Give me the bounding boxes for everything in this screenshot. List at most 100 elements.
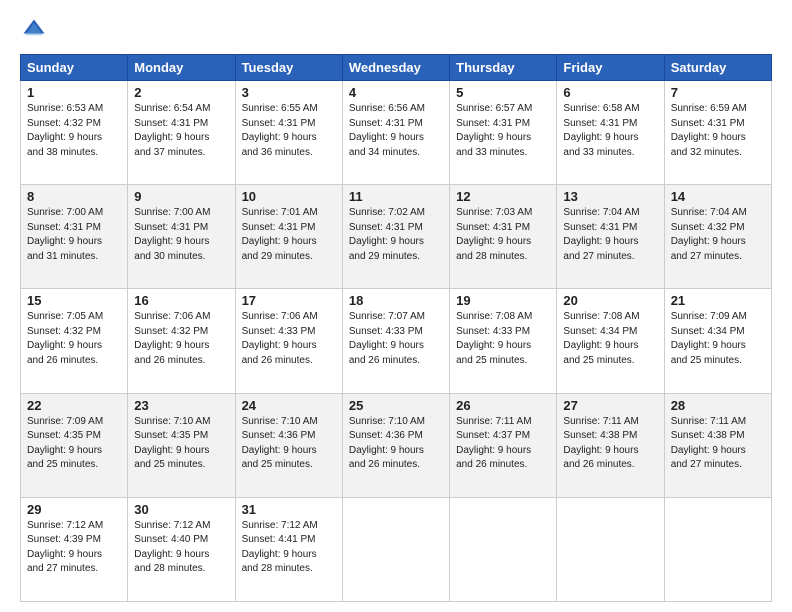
day-cell [557, 497, 664, 601]
day-info: Sunrise: 7:06 AM Sunset: 4:32 PM Dayligh… [134, 310, 228, 368]
logo [20, 16, 52, 44]
day-number: 30 [134, 502, 228, 517]
day-number: 1 [27, 85, 121, 100]
week-row-4: 22 Sunrise: 7:09 AM Sunset: 4:35 PM Dayli… [21, 393, 772, 497]
day-cell: 3 Sunrise: 6:55 AM Sunset: 4:31 PM Daylig… [235, 81, 342, 185]
day-number: 16 [134, 293, 228, 308]
day-info: Sunrise: 7:10 AM Sunset: 4:36 PM Dayligh… [349, 415, 443, 473]
day-number: 20 [563, 293, 657, 308]
page: SundayMondayTuesdayWednesdayThursdayFrid… [0, 0, 792, 612]
day-cell: 6Sunrise: 6:58 AM Sunset: 4:31 PM Daylig… [557, 81, 664, 185]
column-header-friday: Friday [557, 55, 664, 81]
day-info: Sunrise: 7:05 AM Sunset: 4:32 PM Dayligh… [27, 310, 121, 368]
column-header-monday: Monday [128, 55, 235, 81]
week-row-3: 15 Sunrise: 7:05 AM Sunset: 4:32 PM Dayli… [21, 289, 772, 393]
day-cell: 2Sunrise: 6:54 AM Sunset: 4:31 PM Daylig… [128, 81, 235, 185]
day-number: 29 [27, 502, 121, 517]
calendar-body: 1 Sunrise: 6:53 AM Sunset: 4:32 PM Daylig… [21, 81, 772, 602]
day-info: Sunrise: 7:10 AM Sunset: 4:36 PM Dayligh… [242, 415, 336, 473]
logo-icon [20, 16, 48, 44]
day-info: Sunrise: 7:01 AM Sunset: 4:31 PM Dayligh… [242, 206, 336, 264]
day-cell [450, 497, 557, 601]
day-number: 3 [242, 85, 336, 100]
day-cell: 11 Sunrise: 7:02 AM Sunset: 4:31 PM Dayli… [342, 185, 449, 289]
day-info: Sunrise: 7:07 AM Sunset: 4:33 PM Dayligh… [349, 310, 443, 368]
day-cell: 29 Sunrise: 7:12 AM Sunset: 4:39 PM Dayli… [21, 497, 128, 601]
day-cell: 23Sunrise: 7:10 AM Sunset: 4:35 PM Dayli… [128, 393, 235, 497]
day-number: 17 [242, 293, 336, 308]
day-number: 13 [563, 189, 657, 204]
day-info: Sunrise: 7:04 AM Sunset: 4:32 PM Dayligh… [671, 206, 765, 264]
day-number: 21 [671, 293, 765, 308]
day-number: 11 [349, 189, 443, 204]
week-row-1: 1 Sunrise: 6:53 AM Sunset: 4:32 PM Daylig… [21, 81, 772, 185]
day-number: 27 [563, 398, 657, 413]
day-number: 31 [242, 502, 336, 517]
day-number: 24 [242, 398, 336, 413]
day-info: Sunrise: 7:12 AM Sunset: 4:41 PM Dayligh… [242, 519, 336, 577]
day-info: Sunrise: 7:11 AM Sunset: 4:38 PM Dayligh… [563, 415, 657, 473]
day-cell: 8Sunrise: 7:00 AM Sunset: 4:31 PM Daylig… [21, 185, 128, 289]
day-number: 9 [134, 189, 228, 204]
column-header-saturday: Saturday [664, 55, 771, 81]
day-cell: 13 Sunrise: 7:04 AM Sunset: 4:31 PM Dayli… [557, 185, 664, 289]
day-info: Sunrise: 7:08 AM Sunset: 4:34 PM Dayligh… [563, 310, 657, 368]
day-number: 12 [456, 189, 550, 204]
day-cell: 5 Sunrise: 6:57 AM Sunset: 4:31 PM Daylig… [450, 81, 557, 185]
day-info: Sunrise: 6:59 AM Sunset: 4:31 PM Dayligh… [671, 102, 765, 160]
calendar-table: SundayMondayTuesdayWednesdayThursdayFrid… [20, 54, 772, 602]
calendar-header: SundayMondayTuesdayWednesdayThursdayFrid… [21, 55, 772, 81]
day-number: 6 [563, 85, 657, 100]
day-cell: 21 Sunrise: 7:09 AM Sunset: 4:34 PM Dayli… [664, 289, 771, 393]
day-cell [664, 497, 771, 601]
day-cell: 19Sunrise: 7:08 AM Sunset: 4:33 PM Dayli… [450, 289, 557, 393]
day-info: Sunrise: 7:00 AM Sunset: 4:31 PM Dayligh… [134, 206, 228, 264]
day-info: Sunrise: 6:57 AM Sunset: 4:31 PM Dayligh… [456, 102, 550, 160]
day-cell: 24 Sunrise: 7:10 AM Sunset: 4:36 PM Dayli… [235, 393, 342, 497]
day-number: 10 [242, 189, 336, 204]
day-info: Sunrise: 6:55 AM Sunset: 4:31 PM Dayligh… [242, 102, 336, 160]
day-info: Sunrise: 7:12 AM Sunset: 4:40 PM Dayligh… [134, 519, 228, 577]
day-cell: 30 Sunrise: 7:12 AM Sunset: 4:40 PM Dayli… [128, 497, 235, 601]
day-number: 23 [134, 398, 228, 413]
day-cell: 18 Sunrise: 7:07 AM Sunset: 4:33 PM Dayli… [342, 289, 449, 393]
day-number: 14 [671, 189, 765, 204]
day-info: Sunrise: 7:12 AM Sunset: 4:39 PM Dayligh… [27, 519, 121, 577]
day-number: 4 [349, 85, 443, 100]
day-cell: 7 Sunrise: 6:59 AM Sunset: 4:31 PM Daylig… [664, 81, 771, 185]
day-info: Sunrise: 7:03 AM Sunset: 4:31 PM Dayligh… [456, 206, 550, 264]
column-header-sunday: Sunday [21, 55, 128, 81]
day-number: 15 [27, 293, 121, 308]
header [20, 16, 772, 44]
day-cell: 16 Sunrise: 7:06 AM Sunset: 4:32 PM Dayli… [128, 289, 235, 393]
day-cell: 27 Sunrise: 7:11 AM Sunset: 4:38 PM Dayli… [557, 393, 664, 497]
day-info: Sunrise: 7:09 AM Sunset: 4:35 PM Dayligh… [27, 415, 121, 473]
day-info: Sunrise: 7:04 AM Sunset: 4:31 PM Dayligh… [563, 206, 657, 264]
header-row: SundayMondayTuesdayWednesdayThursdayFrid… [21, 55, 772, 81]
day-number: 7 [671, 85, 765, 100]
day-cell: 10 Sunrise: 7:01 AM Sunset: 4:31 PM Dayli… [235, 185, 342, 289]
day-info: Sunrise: 6:56 AM Sunset: 4:31 PM Dayligh… [349, 102, 443, 160]
day-cell: 15 Sunrise: 7:05 AM Sunset: 4:32 PM Dayli… [21, 289, 128, 393]
day-number: 25 [349, 398, 443, 413]
day-cell: 22 Sunrise: 7:09 AM Sunset: 4:35 PM Dayli… [21, 393, 128, 497]
week-row-5: 29 Sunrise: 7:12 AM Sunset: 4:39 PM Dayli… [21, 497, 772, 601]
column-header-tuesday: Tuesday [235, 55, 342, 81]
day-info: Sunrise: 7:11 AM Sunset: 4:37 PM Dayligh… [456, 415, 550, 473]
day-number: 5 [456, 85, 550, 100]
day-info: Sunrise: 7:09 AM Sunset: 4:34 PM Dayligh… [671, 310, 765, 368]
day-number: 19 [456, 293, 550, 308]
day-number: 8 [27, 189, 121, 204]
day-number: 28 [671, 398, 765, 413]
day-cell: 12 Sunrise: 7:03 AM Sunset: 4:31 PM Dayli… [450, 185, 557, 289]
day-number: 22 [27, 398, 121, 413]
day-info: Sunrise: 7:11 AM Sunset: 4:38 PM Dayligh… [671, 415, 765, 473]
day-info: Sunrise: 7:02 AM Sunset: 4:31 PM Dayligh… [349, 206, 443, 264]
day-info: Sunrise: 6:53 AM Sunset: 4:32 PM Dayligh… [27, 102, 121, 160]
day-number: 18 [349, 293, 443, 308]
day-info: Sunrise: 6:54 AM Sunset: 4:31 PM Dayligh… [134, 102, 228, 160]
column-header-thursday: Thursday [450, 55, 557, 81]
column-header-wednesday: Wednesday [342, 55, 449, 81]
day-cell: 4 Sunrise: 6:56 AM Sunset: 4:31 PM Daylig… [342, 81, 449, 185]
day-cell: 28 Sunrise: 7:11 AM Sunset: 4:38 PM Dayli… [664, 393, 771, 497]
